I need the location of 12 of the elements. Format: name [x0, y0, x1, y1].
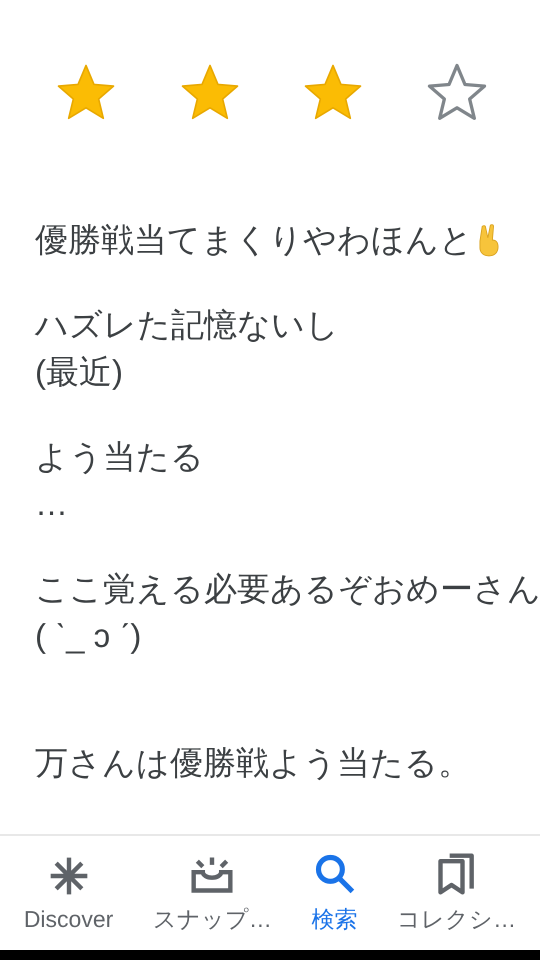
nav-tab[interactable]: Discover — [24, 854, 114, 932]
review-text: ハズレた記憶ないし — [35, 305, 339, 345]
review-text: ( ˋ_ ͻ ˊ) — [35, 616, 142, 656]
review-text: 万さんは優勝戦よう当たる。 — [35, 743, 471, 783]
nav-tab[interactable]: スナップ… — [152, 852, 272, 934]
nav-tab[interactable]: 検索 — [312, 852, 358, 934]
review-text: 優勝戦当てまくりやわほんと — [35, 220, 473, 260]
review-text: よう当たる — [35, 437, 204, 477]
nav-tab[interactable]: コレクシ… — [397, 852, 516, 934]
review-text: (最近) — [35, 352, 123, 392]
review-text: … — [35, 484, 68, 524]
review-text: ここ覚える必要あるぞおめーさん — [35, 569, 540, 609]
